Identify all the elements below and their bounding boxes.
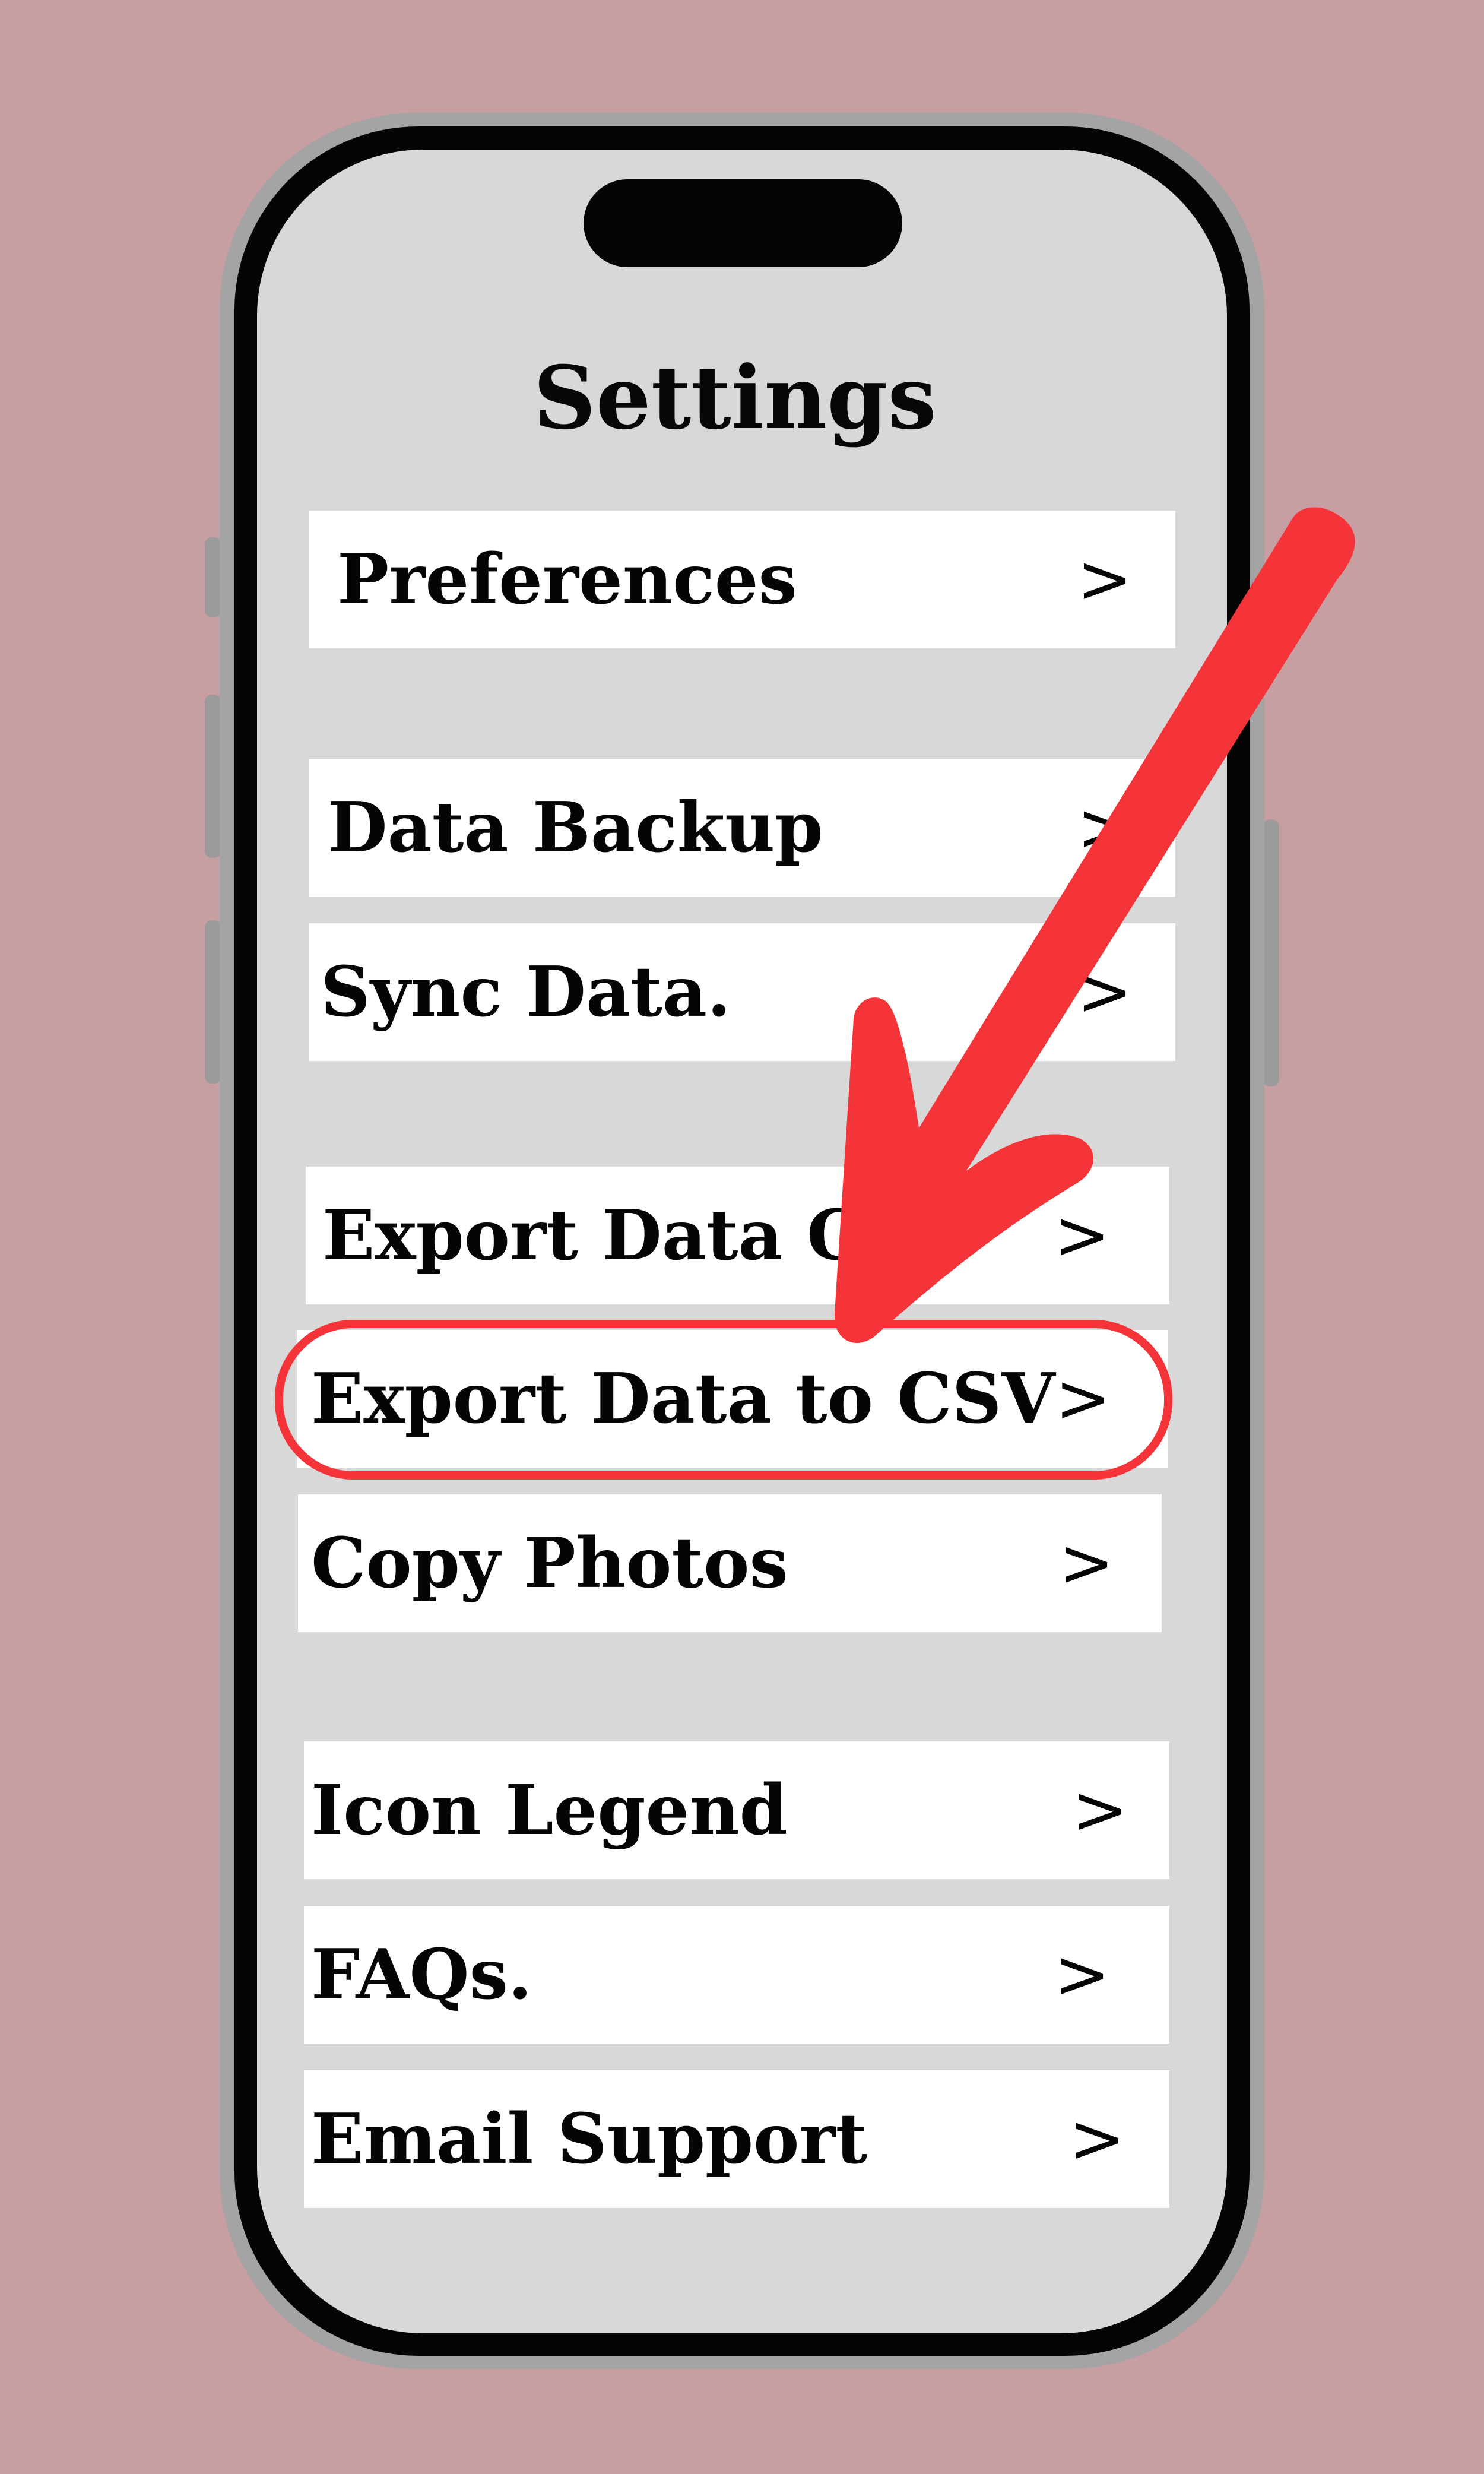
power-button[interactable] [1263,819,1279,1086]
settings-item-export-data-cloud[interactable]: Export Data Clo > [306,1167,1169,1304]
chevron-right-icon: > [1077,954,1133,1031]
volume-switch-button[interactable] [205,537,221,617]
settings-item-data-backup[interactable]: Data Backup > [309,759,1175,897]
chevron-right-icon: > [1069,2101,1125,2178]
settings-item-copy-photos[interactable]: Copy Photos > [298,1494,1162,1632]
chevron-right-icon: > [1077,541,1133,618]
settings-item-faqs[interactable]: FAQs. > [304,1906,1169,2044]
settings-item-label: Data Backup [328,787,823,868]
settings-item-email-support[interactable]: Email Support > [304,2070,1169,2208]
settings-item-export-data-csv[interactable]: Export Data to CSV > [297,1330,1168,1468]
dynamic-island [584,179,902,267]
chevron-right-icon: > [1054,1936,1110,2013]
settings-item-label: Export Data Clo [322,1195,934,1276]
settings-item-label: Sync Data. [321,952,731,1032]
settings-item-sync-data[interactable]: Sync Data. > [309,923,1175,1061]
settings-item-label: Icon Legend [311,1770,788,1851]
settings-item-icon-legend[interactable]: Icon Legend > [304,1741,1169,1879]
chevron-right-icon: > [1072,1772,1128,1849]
settings-item-label: Export Data to CSV [311,1358,1055,1439]
chevron-right-icon: > [1077,789,1133,866]
chevron-right-icon: > [1055,1360,1111,1437]
volume-up-button[interactable] [205,695,221,858]
settings-item-preferences[interactable]: Preferences > [309,511,1175,648]
chevron-right-icon: > [1054,1197,1110,1274]
chevron-right-icon: > [1058,1525,1114,1602]
volume-down-button[interactable] [205,920,221,1084]
settings-item-label: Preferences [337,539,797,620]
page-title: Settings [533,347,937,449]
settings-item-label: Copy Photos [311,1523,788,1604]
settings-item-label: Email Support [311,2099,868,2180]
settings-item-label: FAQs. [311,1934,532,2015]
